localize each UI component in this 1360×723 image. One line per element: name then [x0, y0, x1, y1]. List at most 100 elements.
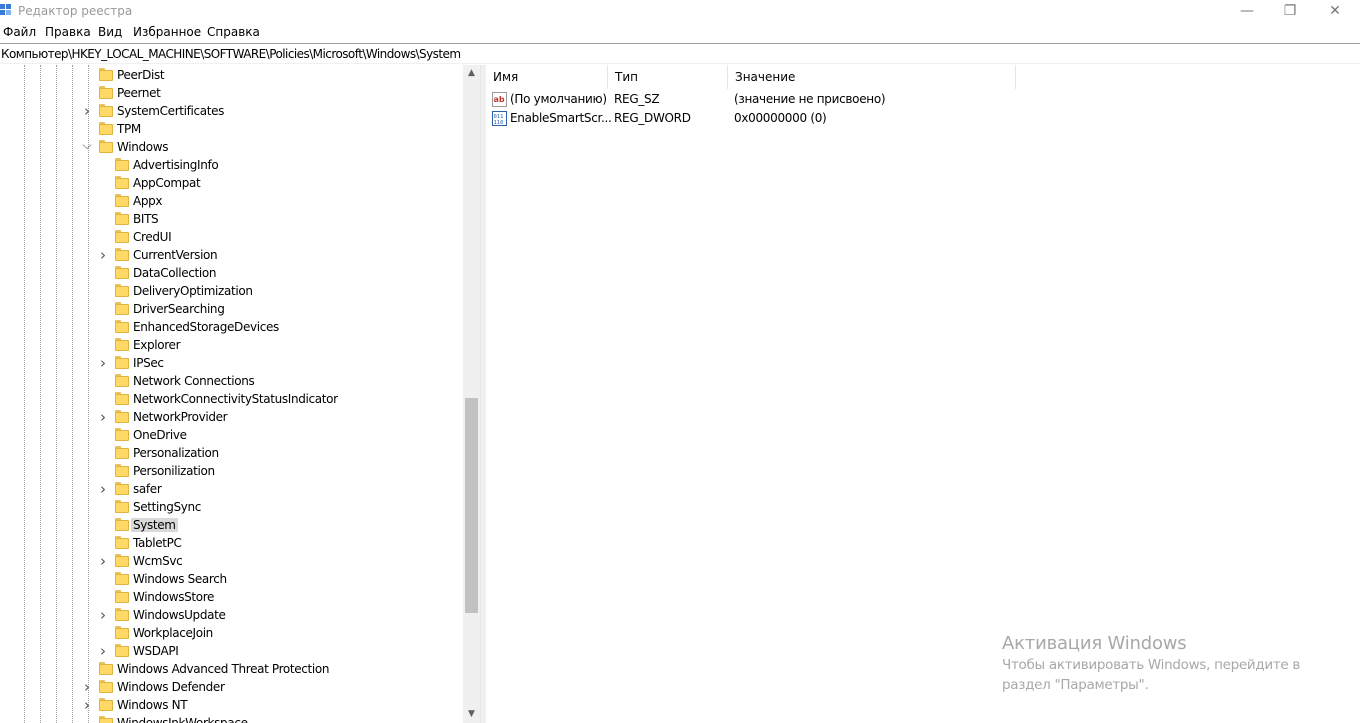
chevron-right-icon[interactable]: › — [98, 482, 108, 497]
tree-node-windows[interactable]: ⌵ Windows — [0, 138, 463, 156]
value-row[interactable]: 011 110 EnableSmartScr... REG_DWORD 0x000000… — [486, 109, 1360, 128]
tree-node-label[interactable]: AppCompat — [131, 176, 202, 190]
menu-edit[interactable]: Правка — [45, 25, 91, 39]
address-path[interactable]: Компьютер\HKEY_LOCAL_MACHINE\SOFTWARE\Po… — [1, 47, 461, 61]
tree-node-safer[interactable]: › safer — [0, 480, 463, 498]
chevron-right-icon[interactable]: › — [98, 608, 108, 623]
tree-node-system[interactable]: System — [0, 516, 463, 534]
tree-node-label[interactable]: SettingSync — [131, 500, 203, 514]
tree-node-wsdapi[interactable]: › WSDAPI — [0, 642, 463, 660]
tree-node-label[interactable]: Appx — [131, 194, 164, 208]
tree-node-ipsec[interactable]: › IPSec — [0, 354, 463, 372]
tree-node-driversearching[interactable]: DriverSearching — [0, 300, 463, 318]
tree-node-appx[interactable]: Appx — [0, 192, 463, 210]
tree-node-network-connections[interactable]: Network Connections — [0, 372, 463, 390]
tree-node-label[interactable]: Network Connections — [131, 374, 256, 388]
column-header-name[interactable]: Имя — [486, 65, 608, 89]
key-tree-pane[interactable]: PeerDist Peernet › SystemCertificates TPM ⌵ Wi… — [0, 65, 480, 723]
tree-node-tpm[interactable]: TPM — [0, 120, 463, 138]
tree-node-windowsinkworkspace[interactable]: WindowsInkWorkspace — [0, 714, 463, 723]
tree-node-windows-defender[interactable]: › Windows Defender — [0, 678, 463, 696]
minimize-button[interactable]: — — [1224, 0, 1270, 22]
tree-node-label[interactable]: WSDAPI — [131, 644, 180, 658]
tree-node-advertisinginfo[interactable]: AdvertisingInfo — [0, 156, 463, 174]
tree-node-label[interactable]: AdvertisingInfo — [131, 158, 220, 172]
tree-node-label[interactable]: WcmSvc — [131, 554, 184, 568]
tree-node-datacollection[interactable]: DataCollection — [0, 264, 463, 282]
scroll-down-arrow-icon[interactable]: ▼ — [463, 706, 480, 723]
tree-node-settingsync[interactable]: SettingSync — [0, 498, 463, 516]
tree-node-label[interactable]: Windows — [115, 140, 170, 154]
tree-node-explorer[interactable]: Explorer — [0, 336, 463, 354]
chevron-right-icon[interactable]: › — [98, 248, 108, 263]
tree-node-windowsstore[interactable]: WindowsStore — [0, 588, 463, 606]
scroll-up-arrow-icon[interactable]: ▲ — [463, 65, 480, 82]
tree-node-label[interactable]: Personalization — [131, 446, 221, 460]
tree-node-systemcertificates[interactable]: › SystemCertificates — [0, 102, 463, 120]
tree-node-windowsupdate[interactable]: › WindowsUpdate — [0, 606, 463, 624]
chevron-right-icon[interactable]: › — [82, 680, 92, 695]
tree-node-tabletpc[interactable]: TabletPC — [0, 534, 463, 552]
tree-node-peerdist[interactable]: PeerDist — [0, 66, 463, 84]
menu-file[interactable]: Файл — [3, 25, 36, 39]
tree-node-networkconnectivitystatusindicator[interactable]: NetworkConnectivityStatusIndicator — [0, 390, 463, 408]
tree-node-label[interactable]: Personilization — [131, 464, 217, 478]
tree-node-label[interactable]: TabletPC — [131, 536, 184, 550]
tree-node-appcompat[interactable]: AppCompat — [0, 174, 463, 192]
value-row[interactable]: ab (По умолчанию) REG_SZ (значение не присв… — [486, 90, 1360, 109]
tree-node-label[interactable]: DataCollection — [131, 266, 218, 280]
chevron-down-icon[interactable]: ⌵ — [82, 138, 92, 152]
tree-node-label[interactable]: TPM — [115, 122, 143, 136]
tree-node-onedrive[interactable]: OneDrive — [0, 426, 463, 444]
tree-node-windows-advanced-threat-protection[interactable]: Windows Advanced Threat Protection — [0, 660, 463, 678]
tree-node-label[interactable]: DeliveryOptimization — [131, 284, 255, 298]
tree-node-label[interactable]: WorkplaceJoin — [131, 626, 215, 640]
tree-node-label[interactable]: CurrentVersion — [131, 248, 219, 262]
menu-favorites[interactable]: Избранное — [133, 25, 201, 39]
menu-help[interactable]: Справка — [207, 25, 260, 39]
tree-node-label[interactable]: DriverSearching — [131, 302, 226, 316]
column-header-value[interactable]: Значение — [728, 65, 1016, 89]
tree-node-label[interactable]: OneDrive — [131, 428, 189, 442]
tree-node-label[interactable]: CredUI — [131, 230, 173, 244]
tree-node-wcmsvc[interactable]: › WcmSvc — [0, 552, 463, 570]
chevron-right-icon[interactable]: › — [98, 644, 108, 659]
tree-node-label[interactable]: Windows Defender — [115, 680, 227, 694]
tree-node-label[interactable]: SystemCertificates — [115, 104, 226, 118]
tree-node-label[interactable]: System — [131, 518, 178, 532]
chevron-right-icon[interactable]: › — [82, 104, 92, 119]
scrollbar-thumb[interactable] — [465, 398, 478, 613]
tree-node-label[interactable]: NetworkProvider — [131, 410, 229, 424]
tree-node-label[interactable]: WindowsUpdate — [131, 608, 227, 622]
values-list-pane[interactable]: Имя Тип Значение ab (По умолчанию) REG_SZ (… — [486, 65, 1360, 723]
tree-node-personalization[interactable]: Personalization — [0, 444, 463, 462]
tree-node-windows-search[interactable]: Windows Search — [0, 570, 463, 588]
tree-node-workplacejoin[interactable]: WorkplaceJoin — [0, 624, 463, 642]
address-bar[interactable]: Компьютер\HKEY_LOCAL_MACHINE\SOFTWARE\Po… — [0, 43, 1360, 64]
tree-node-label[interactable]: IPSec — [131, 356, 166, 370]
maximize-button[interactable]: ❐ — [1267, 0, 1313, 22]
tree-node-label[interactable]: PeerDist — [115, 68, 166, 82]
tree-node-bits[interactable]: BITS — [0, 210, 463, 228]
tree-node-label[interactable]: Windows Advanced Threat Protection — [115, 662, 331, 676]
tree-node-deliveryoptimization[interactable]: DeliveryOptimization — [0, 282, 463, 300]
tree-node-label[interactable]: WindowsStore — [131, 590, 216, 604]
tree-node-label[interactable]: Windows NT — [115, 698, 189, 712]
tree-node-label[interactable]: BITS — [131, 212, 160, 226]
tree-node-credui[interactable]: CredUI — [0, 228, 463, 246]
tree-node-label[interactable]: safer — [131, 482, 163, 496]
tree-node-label[interactable]: WindowsInkWorkspace — [115, 716, 250, 723]
menu-view[interactable]: Вид — [98, 25, 122, 39]
tree-node-enhancedstoragedevices[interactable]: EnhancedStorageDevices — [0, 318, 463, 336]
tree-scrollbar[interactable]: ▲ ▼ — [463, 65, 480, 723]
close-button[interactable]: ✕ — [1312, 0, 1358, 22]
tree-node-label[interactable]: EnhancedStorageDevices — [131, 320, 281, 334]
tree-node-label[interactable]: Peernet — [115, 86, 163, 100]
column-header-type[interactable]: Тип — [608, 65, 728, 89]
tree-node-windows-nt[interactable]: › Windows NT — [0, 696, 463, 714]
tree-node-currentversion[interactable]: › CurrentVersion — [0, 246, 463, 264]
tree-node-label[interactable]: Explorer — [131, 338, 182, 352]
tree-node-networkprovider[interactable]: › NetworkProvider — [0, 408, 463, 426]
tree-node-peernet[interactable]: Peernet — [0, 84, 463, 102]
chevron-right-icon[interactable]: › — [98, 554, 108, 569]
